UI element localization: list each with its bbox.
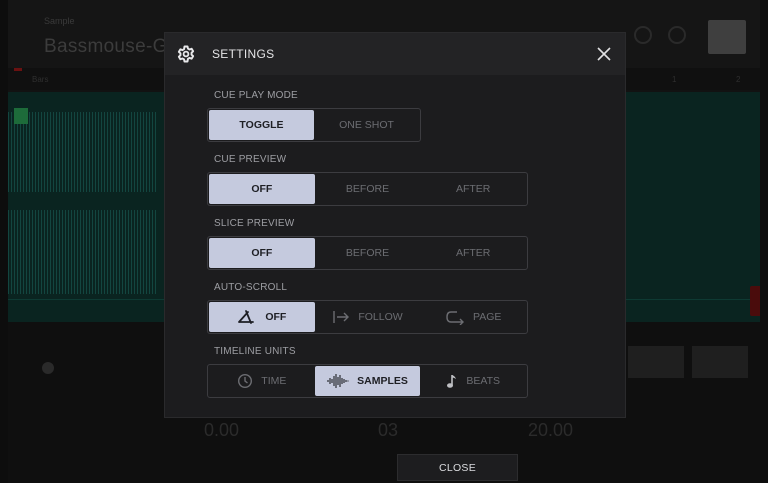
timeline-units-time-label: TIME [261,375,287,387]
close-button[interactable]: CLOSE [397,454,518,481]
background-button [628,346,684,378]
background-sample-title: Bassmouse-Ga [44,36,179,57]
slice-preview-off-option[interactable]: OFF [209,238,315,268]
auto-scroll-off-option[interactable]: OFF [209,302,315,332]
waveform-icon [327,374,349,388]
background-value: 0.00 [204,420,240,440]
background-header-label: Sample [44,16,75,26]
dialog-title: SETTINGS [212,47,275,61]
background-zoom-icon [668,26,686,44]
slice-preview-label: SLICE PREVIEW [214,218,295,229]
timeline-units-samples-option[interactable]: SAMPLES [314,366,421,396]
slice-preview-selector: OFF BEFORE AFTER [207,236,528,270]
cue-preview-selector: OFF BEFORE AFTER [207,172,528,206]
gear-icon [177,45,195,63]
slice-preview-after-option[interactable]: AFTER [420,238,526,268]
auto-scroll-off-label: OFF [265,311,287,323]
close-icon[interactable] [595,45,613,63]
settings-dialog: SETTINGS CUE PLAY MODE TOGGLE ONE SHOT C… [164,32,626,418]
cue-play-mode-toggle-option[interactable]: TOGGLE [209,110,314,140]
background-value: 20.00 [528,420,574,440]
scroll-off-icon [238,310,255,324]
cue-play-mode-label: CUE PLAY MODE [214,90,298,101]
background-ruler-label: 2 [736,75,741,84]
background-knob [42,362,54,374]
music-note-icon [447,375,457,388]
background-toolbar-icon [634,26,652,44]
auto-scroll-selector: OFF FOLLOW PAGE [207,300,528,334]
auto-scroll-follow-label: FOLLOW [358,311,403,323]
auto-scroll-follow-option[interactable]: FOLLOW [315,302,421,332]
timeline-units-selector: TIME SAMPLES BEATS [207,364,528,398]
background-value: 03 [378,420,399,440]
cue-preview-after-option[interactable]: AFTER [420,174,526,204]
auto-scroll-label: AUTO-SCROLL [214,282,288,293]
cue-play-mode-one-shot-option[interactable]: ONE SHOT [314,110,419,140]
auto-scroll-page-option[interactable]: PAGE [420,302,526,332]
background-button [692,346,748,378]
cue-preview-before-option[interactable]: BEFORE [315,174,421,204]
background-ruler-label: 1 [672,75,677,84]
clock-icon [238,373,253,389]
background-end-marker [750,286,760,316]
auto-scroll-page-label: PAGE [472,311,502,323]
cue-preview-label: CUE PREVIEW [214,154,287,165]
background-toolbar-button [708,20,746,54]
slice-preview-before-option[interactable]: BEFORE [315,238,421,268]
cue-preview-off-option[interactable]: OFF [209,174,315,204]
cue-play-mode-selector: TOGGLE ONE SHOT [207,108,421,142]
background-cue-marker [14,108,28,124]
timeline-units-time-option[interactable]: TIME [209,366,315,396]
follow-arrow-icon [333,311,350,323]
timeline-units-beats-option[interactable]: BEATS [420,366,526,396]
background-playhead-mark [14,68,22,71]
timeline-units-samples-label: SAMPLES [357,375,408,387]
timeline-units-beats-label: BEATS [466,375,500,387]
settings-dialog-header: SETTINGS [165,33,625,75]
background-ruler-label: Bars [32,75,49,84]
page-return-icon [446,311,464,325]
timeline-units-label: TIMELINE UNITS [214,346,296,357]
